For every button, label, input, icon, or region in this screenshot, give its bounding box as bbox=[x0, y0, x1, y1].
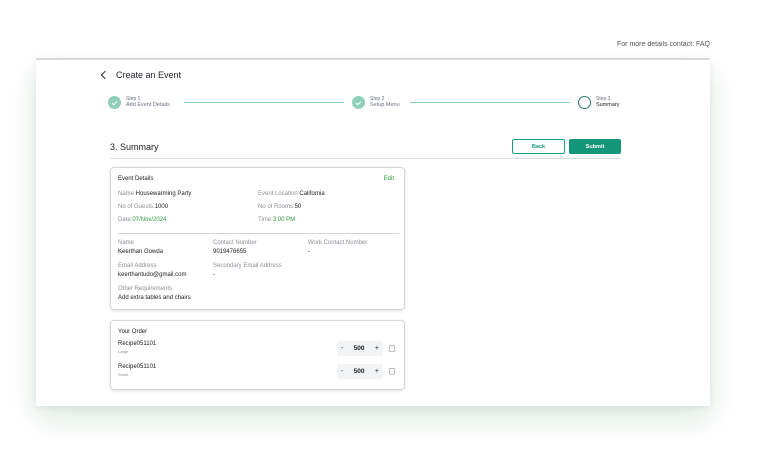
secondary-email-label: Secondary Email Address bbox=[213, 263, 282, 269]
recipe-name: Recipe051101 bbox=[118, 341, 157, 347]
event-time-key: Time: bbox=[258, 217, 273, 223]
details-divider bbox=[118, 233, 399, 234]
requirements-label: Other Requirements bbox=[118, 286, 173, 292]
contact-note: For more details contact: FAQ bbox=[617, 41, 710, 48]
quantity-value[interactable]: 500 bbox=[354, 368, 365, 375]
event-date-value: 07/Nov/2024 bbox=[132, 217, 167, 223]
event-summary-page: Create an Event Step 1 Add Event Details… bbox=[36, 60, 710, 406]
trash-icon[interactable] bbox=[389, 368, 395, 375]
contact-name: Name Keerthan Gowda bbox=[118, 239, 163, 256]
recipe-size: Small bbox=[118, 372, 129, 377]
step-label: Add Event Details bbox=[126, 101, 170, 108]
room-count: No of Rooms:50 bbox=[258, 204, 301, 210]
secondary-email-value: - bbox=[213, 271, 215, 278]
work-contact-value: - bbox=[308, 248, 310, 255]
event-name: Name:Housewarming Party bbox=[118, 191, 191, 197]
event-time-value: 3:00 PM bbox=[272, 217, 296, 223]
order-item: Recipe051101 Small - 500 + bbox=[118, 364, 399, 382]
recipe-size: Large bbox=[118, 349, 129, 354]
requirements-value: Add extra tables and chairs bbox=[118, 294, 191, 301]
work-contact-label: Work Contact Number bbox=[308, 240, 368, 246]
event-date: Date:07/Nov/2024 bbox=[118, 217, 166, 223]
work-contact-number: Work Contact Number - bbox=[308, 239, 367, 256]
event-location-value: California bbox=[299, 191, 325, 197]
step-2: Step 2 Setup Menu bbox=[352, 96, 400, 109]
event-location: Event Location:California bbox=[258, 191, 325, 197]
contact-number: Contact Number 9019476655 bbox=[213, 239, 257, 256]
progress-stepper: Step 1 Add Event Details Step 2 Setup Me… bbox=[108, 96, 628, 118]
back-button[interactable]: Back bbox=[512, 139, 565, 154]
step-1: Step 1 Add Event Details bbox=[108, 96, 170, 109]
step-3: Step 3 Summary bbox=[578, 96, 620, 109]
page-header: Create an Event bbox=[100, 70, 182, 80]
section-title: 3. Summary bbox=[110, 142, 159, 152]
quantity-stepper: - 500 + bbox=[337, 364, 383, 379]
decrement-button[interactable]: - bbox=[341, 345, 343, 352]
event-time: Time:3:00 PM bbox=[258, 217, 295, 223]
contact-name-label: Name bbox=[118, 240, 135, 246]
event-name-value: Housewarming Party bbox=[135, 191, 192, 197]
event-date-key: Date: bbox=[118, 217, 133, 223]
step-connector bbox=[184, 102, 344, 103]
check-icon bbox=[108, 96, 121, 109]
current-step-icon bbox=[578, 96, 591, 109]
submit-button[interactable]: Submit bbox=[569, 139, 621, 154]
event-location-key: Event Location: bbox=[258, 191, 300, 197]
guest-count: No of Guests:1000 bbox=[118, 204, 168, 210]
order-card: Your Order Recipe051101 Large - 500 + Re… bbox=[110, 320, 405, 390]
chevron-left-icon[interactable] bbox=[100, 70, 110, 80]
step-number: Step 3 bbox=[596, 95, 611, 102]
guest-count-value: 1000 bbox=[154, 204, 169, 210]
order-item: Recipe051101 Large - 500 + bbox=[118, 341, 399, 359]
secondary-email: Secondary Email Address - bbox=[213, 262, 282, 279]
card-title: Event Details bbox=[118, 176, 154, 182]
step-connector bbox=[410, 102, 570, 103]
decrement-button[interactable]: - bbox=[341, 368, 343, 375]
card-title: Your Order bbox=[118, 329, 148, 335]
email-address: Email Address keerthantudo@gmail.com bbox=[118, 262, 186, 279]
increment-button[interactable]: + bbox=[375, 368, 379, 375]
contact-name-value: Keerthan Gowda bbox=[118, 248, 164, 255]
email-value: keerthantudo@gmail.com bbox=[118, 271, 187, 278]
contact-number-label: Contact Number bbox=[213, 240, 257, 246]
quantity-stepper: - 500 + bbox=[337, 341, 383, 356]
contact-number-value: 9019476655 bbox=[213, 248, 247, 255]
room-count-value: 50 bbox=[294, 204, 302, 210]
check-icon bbox=[352, 96, 365, 109]
page-title: Create an Event bbox=[116, 70, 182, 80]
other-requirements: Other Requirements Add extra tables and … bbox=[118, 285, 191, 302]
step-number: Step 1 bbox=[126, 95, 141, 102]
guest-count-key: No of Guests: bbox=[118, 204, 155, 210]
event-details-card: Event Details Edit Name:Housewarming Par… bbox=[110, 167, 405, 310]
step-label: Summary bbox=[596, 101, 620, 108]
section-divider bbox=[110, 158, 621, 159]
event-name-key: Name: bbox=[118, 191, 136, 197]
step-label: Setup Menu bbox=[370, 101, 400, 108]
step-number: Step 2 bbox=[370, 95, 385, 102]
increment-button[interactable]: + bbox=[375, 345, 379, 352]
recipe-name: Recipe051101 bbox=[118, 364, 157, 370]
edit-link[interactable]: Edit bbox=[384, 176, 394, 182]
email-label: Email Address bbox=[118, 263, 157, 269]
room-count-key: No of Rooms: bbox=[258, 204, 295, 210]
quantity-value[interactable]: 500 bbox=[354, 345, 365, 352]
trash-icon[interactable] bbox=[389, 345, 395, 352]
